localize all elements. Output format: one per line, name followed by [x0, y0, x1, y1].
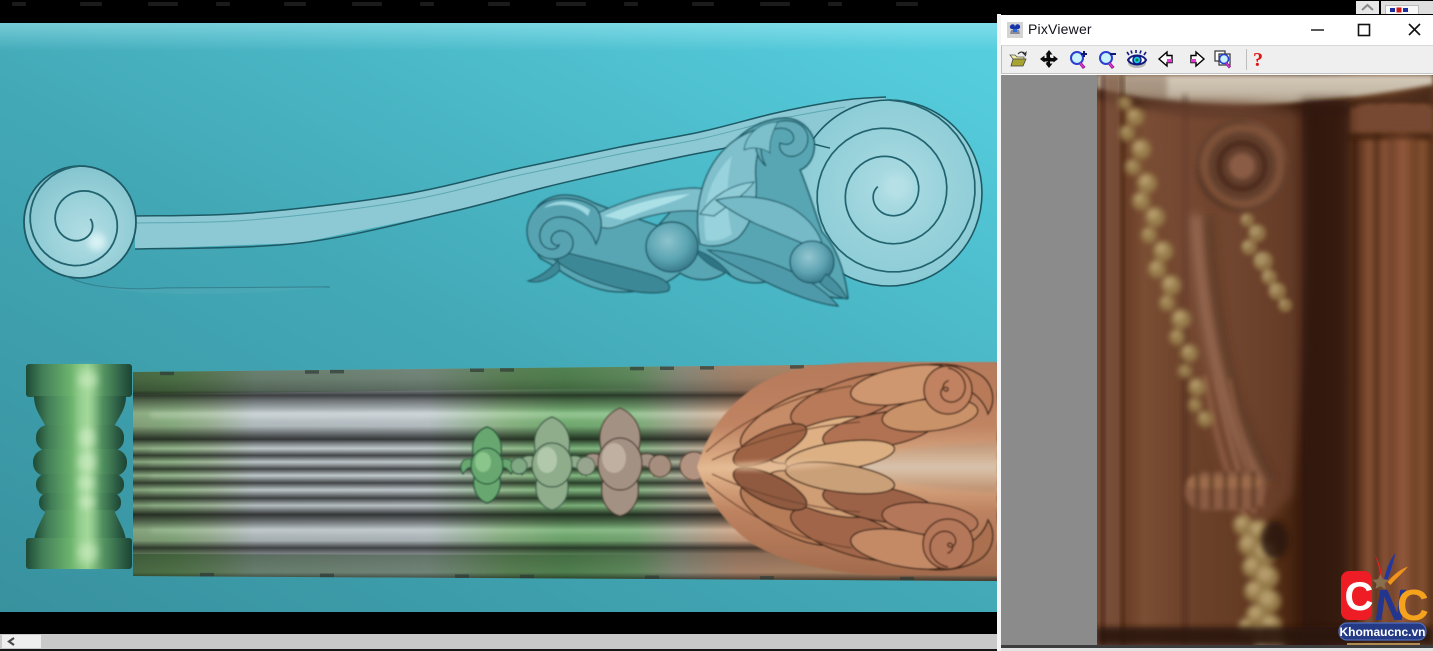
svg-text:Khomaucnc.vn: Khomaucnc.vn — [1339, 625, 1425, 639]
svg-text:?: ? — [1253, 49, 1263, 71]
svg-text:C: C — [1345, 575, 1374, 619]
